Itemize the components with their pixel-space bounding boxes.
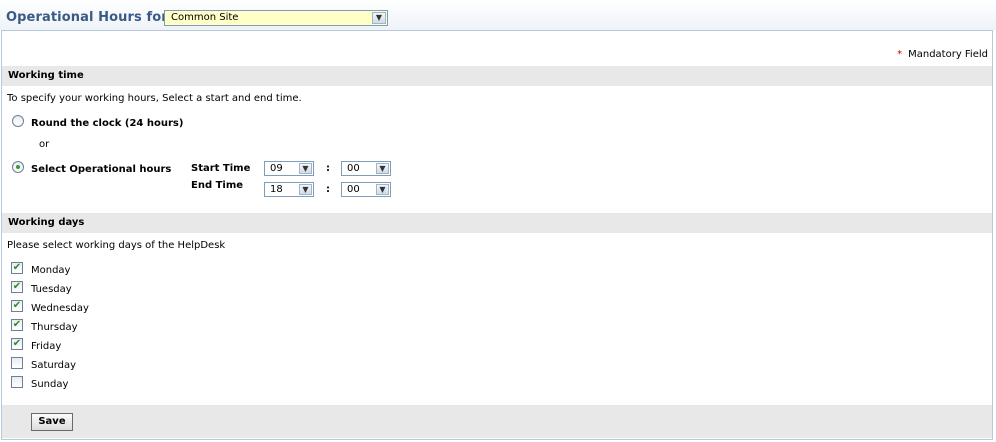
start-time-label: Start Time (191, 163, 251, 174)
start-hour-select[interactable]: 09 ▼ (264, 161, 314, 176)
checkbox-friday[interactable]: ✔ (11, 338, 23, 350)
day-label-tuesday: Tuesday (31, 284, 72, 295)
day-label-monday: Monday (31, 265, 71, 276)
day-label-saturday: Saturday (31, 360, 77, 371)
working-time-instruction: To specify your working hours, Select a … (7, 93, 302, 104)
checkbox-thursday[interactable]: ✔ (11, 319, 23, 331)
form-footer (2, 405, 992, 438)
mandatory-label: Mandatory Field (908, 49, 988, 60)
round-the-clock-label: Round the clock (24 hours) (31, 118, 184, 129)
section-heading-working-days: Working days (2, 213, 992, 233)
end-minute-value: 00 (347, 184, 360, 195)
checkbox-tuesday[interactable]: ✔ (11, 281, 23, 293)
site-select-value: Common Site (171, 12, 239, 23)
working-days-instruction: Please select working days of the HelpDe… (7, 240, 226, 251)
end-minute-select[interactable]: 00 ▼ (341, 182, 391, 197)
form-panel (1, 30, 993, 440)
day-label-friday: Friday (31, 341, 62, 352)
day-label-sunday: Sunday (31, 379, 69, 390)
checkbox-sunday[interactable] (11, 376, 23, 388)
required-star: * (897, 49, 903, 60)
mandatory-note: * Mandatory Field (897, 49, 988, 60)
radio-select-operational-hours[interactable] (12, 161, 24, 173)
checkbox-wednesday[interactable]: ✔ (11, 300, 23, 312)
page-title: Operational Hours for (6, 10, 168, 25)
section-heading-working-time: Working time (2, 66, 992, 86)
start-hour-value: 09 (270, 163, 283, 174)
chevron-down-icon[interactable]: ▼ (376, 184, 389, 195)
end-hour-select[interactable]: 18 ▼ (264, 182, 314, 197)
start-minute-select[interactable]: 00 ▼ (341, 161, 391, 176)
radio-round-the-clock[interactable] (12, 115, 24, 127)
or-text: or (39, 139, 50, 150)
day-label-thursday: Thursday (31, 322, 78, 333)
checkbox-monday[interactable]: ✔ (11, 262, 23, 274)
end-time-label: End Time (191, 180, 244, 191)
checkbox-saturday[interactable] (11, 357, 23, 369)
day-label-wednesday: Wednesday (31, 303, 89, 314)
save-button[interactable]: Save (31, 413, 73, 431)
chevron-down-icon[interactable]: ▼ (372, 12, 386, 24)
time-separator: : (326, 163, 330, 174)
chevron-down-icon[interactable]: ▼ (376, 163, 389, 174)
select-operational-hours-label: Select Operational hours (31, 164, 172, 175)
site-select[interactable]: Common Site ▼ (164, 10, 388, 26)
end-hour-value: 18 (270, 184, 283, 195)
start-minute-value: 00 (347, 163, 360, 174)
chevron-down-icon[interactable]: ▼ (299, 163, 312, 174)
chevron-down-icon[interactable]: ▼ (299, 184, 312, 195)
time-separator: : (326, 184, 330, 195)
